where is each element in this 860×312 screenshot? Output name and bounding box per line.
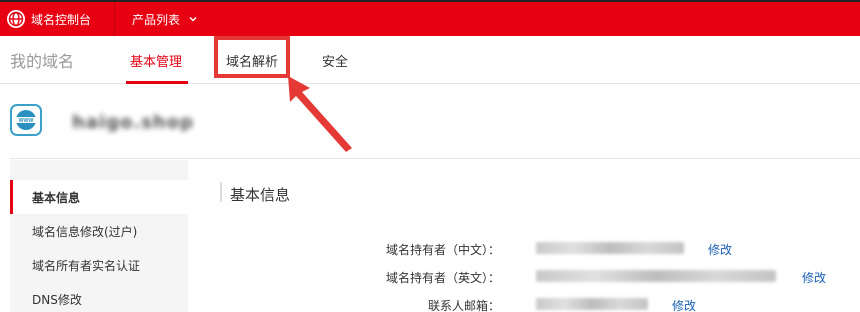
edit-contact-email-link[interactable]: 修改 [672, 297, 696, 312]
sidebar-item-basic-info[interactable]: 基本信息 [10, 180, 188, 214]
tab-security[interactable]: 安全 [322, 51, 348, 70]
tab-basic-management[interactable]: 基本管理 [130, 51, 182, 70]
product-list-menu[interactable]: 产品列表 [132, 2, 198, 36]
divider [10, 158, 860, 159]
content-title: 基本信息 [230, 186, 291, 204]
annotation-highlight-box [214, 36, 290, 78]
domain-header: WWW haigo.shop [0, 92, 860, 152]
content-title-marker [220, 182, 222, 202]
console-home-link[interactable]: 域名控制台 [6, 2, 91, 36]
chevron-down-icon [189, 16, 197, 22]
owner-en-value [536, 270, 776, 282]
top-bar: 域名控制台 产品列表 [0, 0, 860, 36]
owner-cn-label: 域名持有者（中文）： [385, 243, 500, 257]
contact-email-label: 联系人邮箱： [427, 299, 500, 312]
page-title: 我的域名 [10, 52, 75, 71]
contact-email-value [536, 298, 648, 310]
owner-cn-value [536, 242, 684, 254]
domain-name: haigo.shop [72, 112, 194, 133]
www-icon: WWW [10, 104, 42, 136]
sidebar-item-modify-domain-info[interactable]: 域名信息修改(过户) [10, 214, 188, 248]
edit-owner-cn-link[interactable]: 修改 [708, 241, 732, 258]
product-list-label: 产品列表 [132, 12, 181, 27]
sub-navigation: 我的域名 基本管理 域名解析 安全 [0, 36, 860, 84]
svg-text:WWW: WWW [19, 118, 34, 124]
active-tab-indicator [126, 81, 188, 84]
owner-en-label: 域名持有者（英文）： [385, 271, 500, 285]
sidebar: 基本信息 域名信息修改(过户) 域名所有者实名认证 DNS修改 [10, 160, 188, 312]
globe-icon [7, 10, 25, 28]
topbar-divider [114, 2, 115, 36]
edit-owner-en-link[interactable]: 修改 [802, 269, 826, 286]
brand-label: 域名控制台 [31, 12, 92, 27]
sidebar-item-owner-verification[interactable]: 域名所有者实名认证 [10, 248, 188, 282]
sidebar-item-dns-modify[interactable]: DNS修改 [10, 282, 188, 312]
